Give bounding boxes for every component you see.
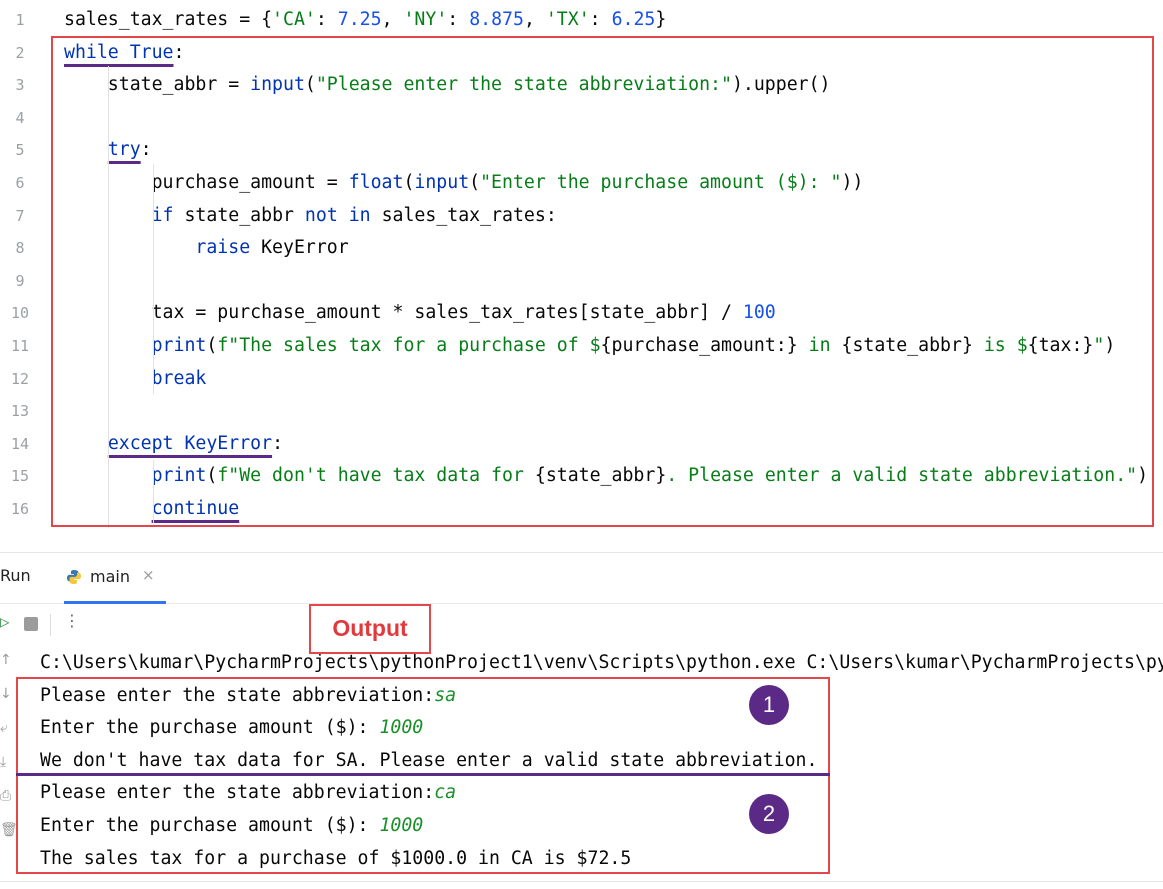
line-number: 13 (10, 402, 30, 421)
code-token: : (589, 9, 612, 30)
line-number: 4 (15, 108, 25, 127)
code-token: : (447, 9, 470, 30)
line-number: 3 (15, 76, 25, 95)
run-toolbar: ▷ ⋮ (0, 602, 1163, 644)
run-panel-label: Run (0, 566, 31, 585)
soft-wrap-icon[interactable]: ⤶ (0, 720, 16, 754)
scroll-down-icon[interactable]: ↓ (0, 686, 16, 720)
line-number: 2 (15, 43, 25, 62)
scroll-up-icon[interactable]: ↑ (0, 652, 16, 686)
line-number: 11 (10, 336, 30, 355)
code-token: sales_tax_rates = { (64, 9, 273, 30)
line-number: 12 (10, 369, 30, 388)
line-number: 15 (10, 467, 30, 486)
code-token: 'NY' (403, 9, 448, 30)
line-number: 16 (10, 499, 30, 518)
line-number: 9 (15, 271, 25, 290)
more-icon[interactable]: ⋮ (64, 611, 80, 630)
output-divider (16, 773, 830, 776)
line-number: 6 (15, 173, 25, 192)
code-editor[interactable]: 1 2 3 4 5 6 7 8 9 10 11 12 13 14 15 16 sales_tax_rates … (0, 0, 1163, 540)
close-icon[interactable]: × (142, 566, 155, 584)
code-token: : (315, 9, 338, 30)
code-token: 8.875 (469, 9, 524, 30)
tab-main-label: main (90, 567, 130, 586)
scroll-to-end-icon[interactable]: ⤓ (0, 754, 16, 788)
code-token: , (381, 9, 404, 30)
code-line[interactable]: sales_tax_rates = {'CA': 7.25, 'NY': 8.8… (64, 4, 1163, 37)
line-number: 14 (10, 434, 30, 453)
print-icon[interactable]: ⎙ (0, 788, 16, 822)
trash-icon[interactable]: 🗑 (0, 822, 18, 856)
line-number: 10 (10, 304, 30, 323)
rerun-icon[interactable]: ▷ (0, 612, 10, 631)
code-token: , (523, 9, 546, 30)
code-token: 7.25 (337, 9, 382, 30)
console-side-toolbar: ↑ ↓ ⤶ ⤓ ⎙ 🗑 (0, 652, 18, 856)
code-token: } (655, 9, 667, 30)
output-badge: Output (309, 604, 431, 654)
marker-2: 2 (749, 794, 789, 834)
code-token: 6.25 (611, 9, 656, 30)
line-number: 1 (15, 11, 25, 29)
line-number: 8 (15, 239, 25, 258)
bottom-border (0, 881, 1163, 882)
code-highlight-box (51, 36, 1154, 527)
toolbar-divider (50, 614, 51, 636)
code-token: 'CA' (272, 9, 316, 30)
line-number: 7 (15, 206, 25, 225)
line-number: 5 (15, 141, 25, 160)
tab-main[interactable]: main × (64, 553, 166, 604)
console-command-line: C:\Users\kumar\PycharmProjects\pythonPro… (40, 652, 1163, 673)
stop-icon[interactable] (24, 617, 38, 631)
marker-1: 1 (749, 685, 789, 725)
run-tool-window-header: Run main × (0, 552, 1163, 604)
code-token: 'TX' (545, 9, 590, 30)
line-number-gutter: 1 2 3 4 5 6 7 8 9 10 11 12 13 14 15 16 (0, 4, 40, 526)
python-file-icon (67, 570, 81, 584)
